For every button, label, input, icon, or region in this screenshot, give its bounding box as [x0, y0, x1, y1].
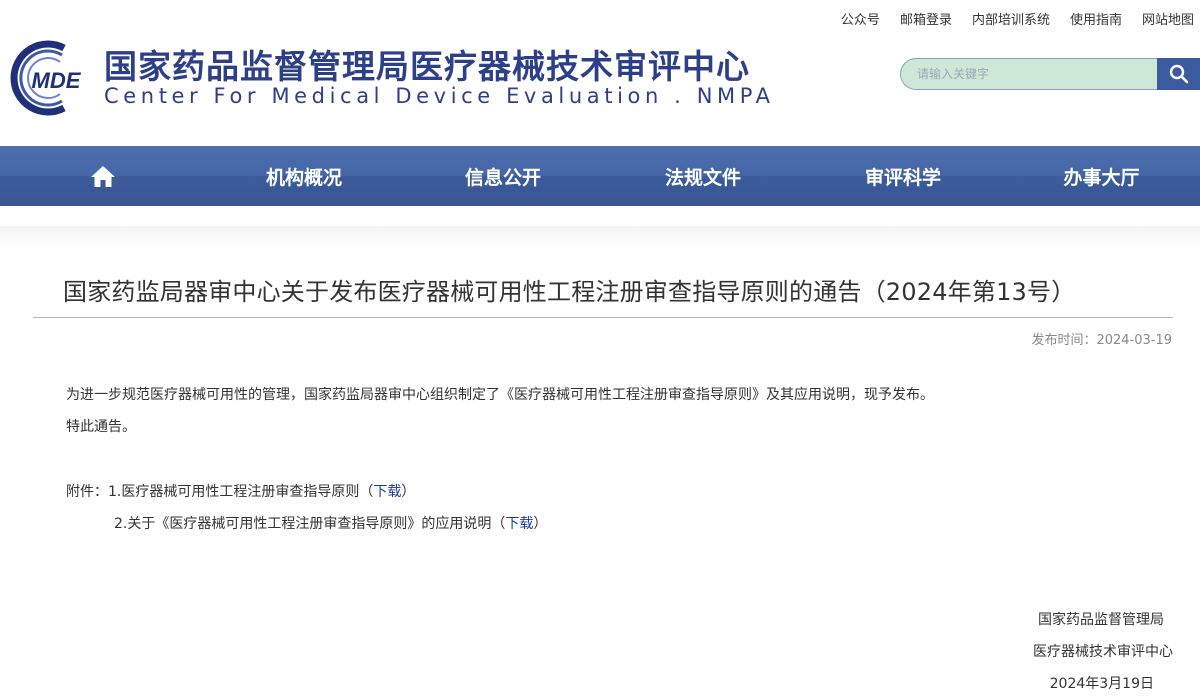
search-icon — [1169, 64, 1188, 84]
toplink-wechat[interactable]: 公众号 — [841, 9, 880, 28]
nav-item-service-hall[interactable]: 办事大厅 — [1003, 146, 1200, 206]
search-input[interactable] — [900, 58, 1158, 90]
nav-item-regulations[interactable]: 法规文件 — [603, 146, 803, 206]
toplink-user-guide[interactable]: 使用指南 — [1070, 9, 1122, 28]
toplink-email-login[interactable]: 邮箱登录 — [900, 9, 952, 28]
home-icon — [90, 166, 115, 187]
article-paragraph: 为进一步规范医疗器械可用性的管理，国家药监局器审中心组织制定了《医疗器械可用性工… — [66, 387, 934, 403]
content-top-shadow — [0, 226, 1200, 246]
attachment-text: 1.医疗器械可用性工程注册审查指导原则（ — [108, 484, 374, 500]
attachment-text: 2.关于《医疗器械可用性工程注册审查指导原则》的应用说明（ — [114, 516, 506, 532]
top-links: 公众号 邮箱登录 内部培训系统 使用指南 网站地图 — [821, 9, 1194, 28]
attachment-item: 附件：1.医疗器械可用性工程注册审查指导原则（下载） — [66, 481, 415, 501]
download-link[interactable]: 下载 — [373, 484, 401, 500]
signature-date: 2024年3月19日 — [1049, 676, 1154, 692]
nav-item-information[interactable]: 信息公开 — [403, 146, 603, 206]
title-divider — [33, 317, 1173, 318]
search-box — [900, 58, 1200, 90]
nav-item-organization[interactable]: 机构概况 — [205, 146, 403, 206]
article-title: 国家药监局器审中心关于发布医疗器械可用性工程注册审查指导原则的通告（2024年第… — [63, 278, 1076, 306]
download-link[interactable]: 下载 — [505, 516, 533, 532]
site-subtitle: Center For Medical Device Evaluation . N… — [104, 84, 775, 108]
nav-home[interactable] — [0, 146, 205, 206]
site-title: 国家药品监督管理局医疗器械技术审评中心 — [104, 47, 750, 86]
logo-text: MDE — [32, 68, 82, 93]
publish-date: 发布时间：2024-03-19 — [1031, 333, 1172, 348]
nav-item-review-science[interactable]: 审评科学 — [803, 146, 1003, 206]
attachment-close: ） — [533, 516, 548, 532]
signature-agency: 国家药品监督管理局 — [1038, 612, 1164, 628]
attachment-item: 2.关于《医疗器械可用性工程注册审查指导原则》的应用说明（下载） — [114, 513, 547, 533]
attachment-close: ） — [401, 484, 416, 500]
search-button[interactable] — [1157, 58, 1200, 90]
mde-logo[interactable]: MDE — [6, 38, 96, 118]
signature-center: 医疗器械技术审评中心 — [1033, 644, 1173, 660]
toplink-training-system[interactable]: 内部培训系统 — [972, 9, 1050, 28]
main-nav: 机构概况 信息公开 法规文件 审评科学 办事大厅 — [0, 146, 1200, 206]
attachments-label: 附件： — [66, 484, 108, 500]
toplink-sitemap[interactable]: 网站地图 — [1142, 9, 1194, 28]
article-closing: 特此通告。 — [66, 419, 136, 435]
